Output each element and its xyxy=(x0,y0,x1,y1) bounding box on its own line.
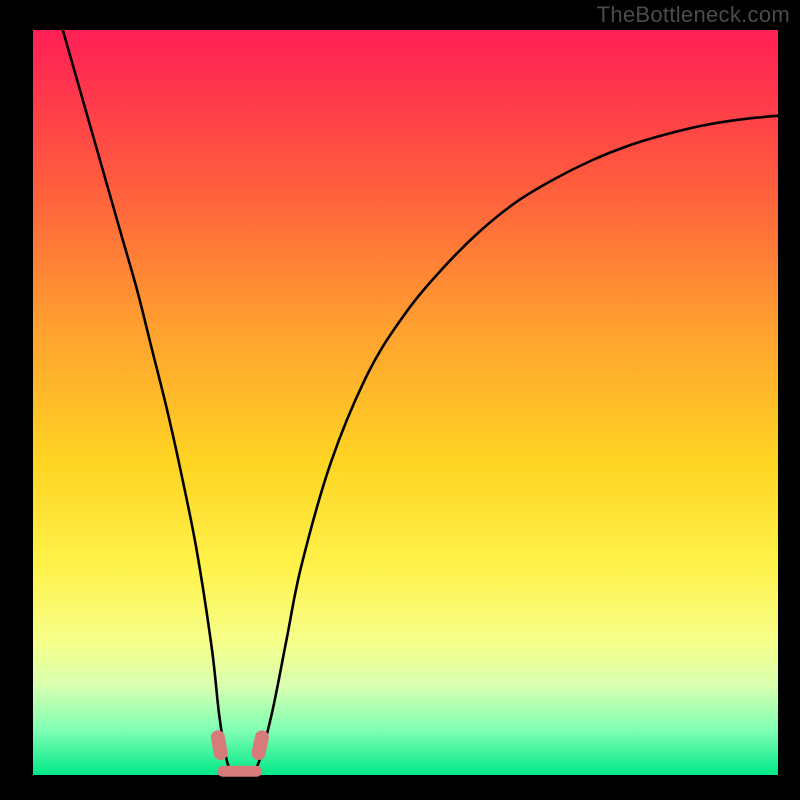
plot-background xyxy=(33,30,778,775)
chart-frame: TheBottleneck.com xyxy=(0,0,800,800)
bottleneck-chart xyxy=(0,0,800,800)
watermark-text: TheBottleneck.com xyxy=(597,2,790,28)
